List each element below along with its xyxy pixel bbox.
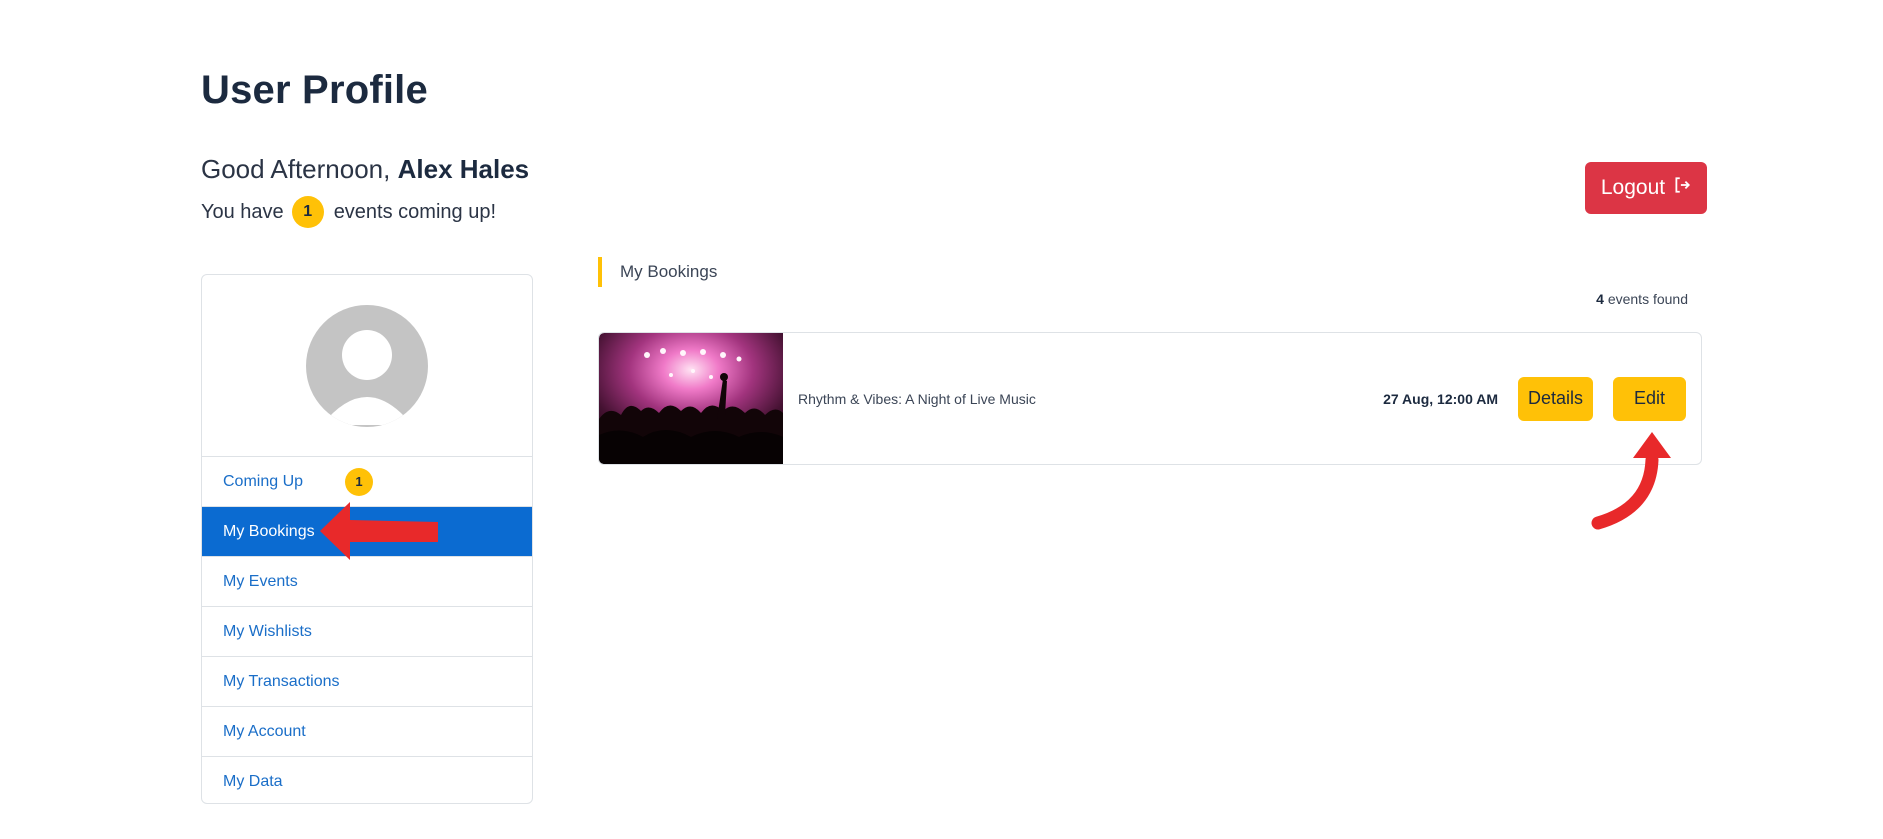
greeting-prefix: Good Afternoon, <box>201 154 391 184</box>
details-button[interactable]: Details <box>1518 376 1593 421</box>
sidebar-item-label: My Account <box>223 722 306 740</box>
sidebar-item-my-data[interactable]: My Data <box>202 757 532 803</box>
sidebar-item-my-account[interactable]: My Account <box>202 707 532 757</box>
profile-sidebar: Coming Up 1 My Bookings My Events My Wis… <box>201 274 533 804</box>
sidebar-item-coming-up[interactable]: Coming Up 1 <box>202 457 532 507</box>
edit-button[interactable]: Edit <box>1613 376 1686 421</box>
upcoming-count-badge: 1 <box>291 196 324 228</box>
coming-up-count-badge: 1 <box>345 467 374 496</box>
user-avatar-icon <box>306 304 428 427</box>
sidebar-item-label: My Bookings <box>223 522 315 540</box>
sidebar-item-my-wishlists[interactable]: My Wishlists <box>202 607 532 657</box>
user-name: Alex Hales <box>397 154 530 184</box>
logout-icon <box>1673 176 1691 200</box>
section-title: My Bookings <box>598 257 717 287</box>
booking-card: Rhythm & Vibes: A Night of Live Music 27… <box>598 332 1702 465</box>
sidebar-item-label: My Wishlists <box>223 622 312 640</box>
logout-label: Logout <box>1600 176 1666 199</box>
results-count-suffix: events found <box>1607 291 1688 307</box>
upcoming-suffix: events coming up! <box>333 200 497 223</box>
annotation-arrow-curved-up <box>1591 453 1659 530</box>
logout-button[interactable]: Logout <box>1585 162 1707 214</box>
page-title: User Profile <box>201 68 428 112</box>
sidebar-item-my-events[interactable]: My Events <box>202 557 532 607</box>
upcoming-prefix: You have <box>201 200 284 223</box>
event-image <box>599 333 783 464</box>
sidebar-item-my-transactions[interactable]: My Transactions <box>202 657 532 707</box>
sidebar-item-label: My Events <box>223 572 298 590</box>
sidebar-item-label: My Transactions <box>223 672 340 690</box>
sidebar-item-label: My Data <box>223 773 283 790</box>
event-date: 27 Aug, 12:00 AM <box>1383 390 1498 407</box>
greeting: Good Afternoon, Alex Hales <box>201 154 529 185</box>
sidebar-item-label: Coming Up <box>223 472 304 490</box>
avatar-area <box>202 275 532 457</box>
results-count: 4 events found <box>1596 291 1688 307</box>
results-count-number: 4 <box>1596 291 1604 307</box>
event-title: Rhythm & Vibes: A Night of Live Music <box>798 390 1036 407</box>
upcoming-summary: You have 1 events coming up! <box>201 196 496 228</box>
sidebar-item-my-bookings[interactable]: My Bookings <box>202 507 532 557</box>
